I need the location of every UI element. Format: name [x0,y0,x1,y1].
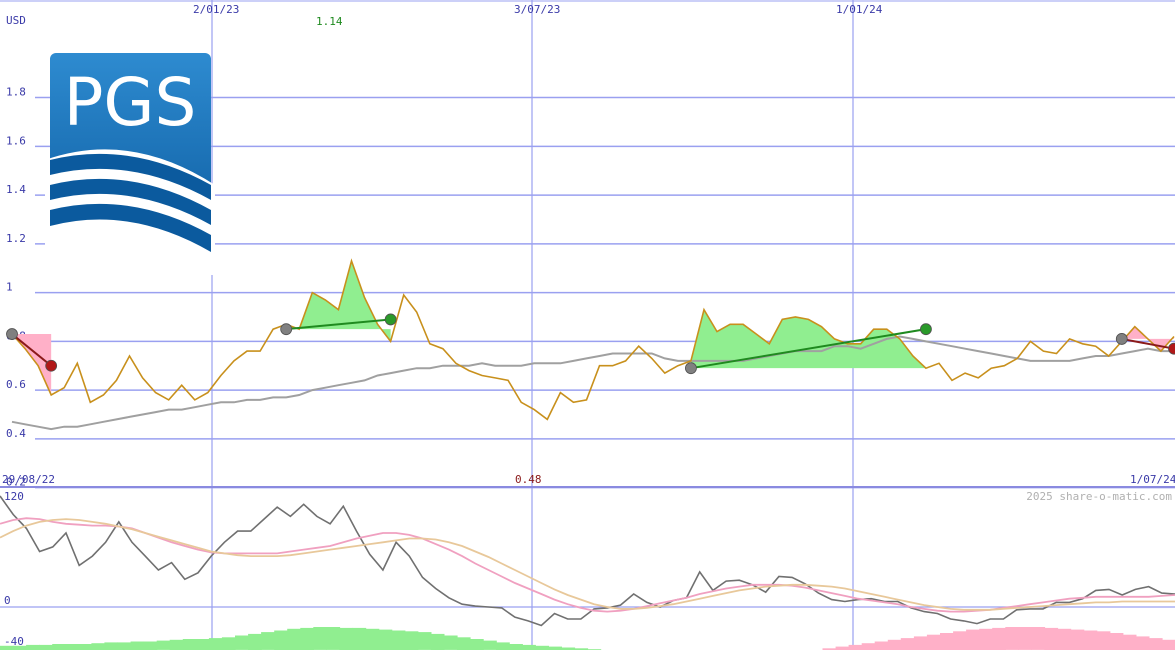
histogram-bar [353,628,367,650]
histogram-bar [313,627,327,650]
trade-exit-point [46,360,57,371]
y-tick-label-indicator: 0 [4,594,11,607]
histogram-bar [979,629,993,650]
y-tick-label: 1.8 [6,86,26,99]
histogram-bar [235,636,249,650]
y-tick-label: 0.6 [6,378,26,391]
histogram-bar [1123,635,1137,650]
histogram-bar [1149,638,1163,650]
histogram-bar [483,641,497,650]
histogram-bar [444,636,458,650]
histogram-bar [0,646,14,650]
histogram-bar [836,647,850,650]
histogram-bar [1005,627,1019,650]
histogram-bar [274,631,288,651]
x-tick-top-2: 1/01/24 [836,3,883,16]
histogram-bar [366,629,380,650]
unit-label: USD [6,14,26,27]
histogram-bar [1097,631,1111,650]
histogram-bar [209,638,223,650]
histogram-bar [248,634,262,650]
histogram-bar [144,642,158,651]
y-tick-label: 0.4 [6,427,26,440]
histogram-bar [104,642,118,650]
y-tick-label: 1.2 [6,232,26,245]
x-tick-bottom-2: 1/07/24 [1130,473,1175,486]
histogram-bar [862,643,876,650]
histogram-bar [131,642,145,651]
histogram-bar [849,645,863,650]
histogram-bar [26,645,40,650]
trade-entry-point [1116,333,1127,344]
histogram-bar [1058,629,1072,650]
histogram-bar [966,630,980,650]
max-price-label: 1.14 [316,15,343,28]
min-price-label: 0.48 [515,473,542,486]
histogram-bar [1031,627,1045,650]
histogram-bar [170,640,184,650]
histogram-bar [1018,627,1032,650]
histogram-bar [1162,640,1175,650]
logo-text: PGS [64,64,197,141]
histogram-bar [196,639,210,650]
trade-entry-point [685,363,696,374]
y-tick-label-indicator: 120 [4,490,24,503]
y-tick-label: 1.6 [6,134,26,147]
histogram-bar [509,644,523,650]
histogram-bar [405,631,419,650]
histogram-bar [888,640,902,650]
histogram-bar [470,639,484,650]
histogram-bar [914,636,928,650]
histogram-bar [261,632,275,650]
histogram-bar [78,644,92,650]
histogram-bar [13,646,27,650]
histogram-bar [300,628,314,650]
histogram-bar [183,639,197,650]
y-tick-label: 1.4 [6,183,26,196]
histogram-bar [379,630,393,650]
histogram-bar [157,641,171,650]
watermark: 2025 share-o-matic.com [1026,490,1172,503]
histogram-bar [496,642,510,650]
histogram-bar [1071,630,1085,650]
histogram-bar [875,642,889,651]
histogram-bar [457,637,471,650]
histogram-bar [1044,628,1058,650]
histogram-bar [535,646,549,650]
x-tick-top-1: 3/07/23 [514,3,560,16]
histogram-bar [1110,633,1124,650]
histogram-bar [222,637,236,650]
histogram-bar [287,629,301,650]
trade-entry-point [281,324,292,335]
price-indicator-chart-svg: 1.81.61.41.210.80.60.40.2 1200-40 USD 2/… [0,0,1175,650]
histogram-bar [326,627,340,650]
histogram-bar [65,644,79,650]
histogram-bar [1136,636,1150,650]
histogram-bar [118,642,132,650]
histogram-bar [91,643,105,650]
x-tick-bottom-0: 29/08/22 [2,473,55,486]
histogram-bar [339,628,353,650]
histogram-bar [522,645,536,650]
histogram-bar [1084,631,1098,651]
share-chart: 1.81.61.41.210.80.60.40.2 1200-40 USD 2/… [0,0,1175,650]
histogram-bar [927,635,941,650]
histogram-bar [940,633,954,650]
pgs-logo: PGS [45,53,215,275]
histogram-bar [39,645,53,650]
histogram-bar [901,638,915,650]
histogram-bar [953,631,967,650]
histogram-bar [392,631,406,651]
histogram-bar [431,634,445,650]
histogram-bar [992,628,1006,650]
trade-entry-point [7,329,18,340]
histogram-bar [52,644,66,650]
trade-exit-point [385,314,396,325]
y-tick-label: 1 [6,281,13,294]
histogram-bar [418,632,432,650]
histogram-bar [548,647,562,650]
x-tick-top-0: 2/01/23 [193,3,239,16]
trade-exit-point [920,324,931,335]
